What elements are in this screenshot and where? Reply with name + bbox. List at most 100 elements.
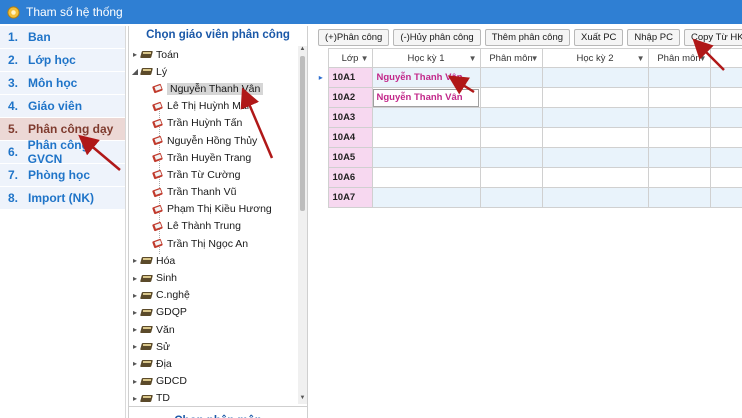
semester2-teacher-cell[interactable] (541, 87, 649, 108)
nav-item-6[interactable]: 6. Phân công GVCN (0, 138, 125, 166)
tree-item-subject[interactable]: ▸ TD (129, 390, 307, 404)
subject2-cell[interactable] (647, 107, 711, 128)
subject2-cell[interactable] (647, 167, 711, 188)
subject1-cell[interactable] (479, 107, 543, 128)
toolbar-button-5[interactable]: Nhập PC (627, 28, 680, 46)
subject1-cell[interactable] (479, 67, 543, 88)
semester2-teacher-cell[interactable] (541, 127, 649, 148)
subject1-cell[interactable] (479, 127, 543, 148)
class-cell[interactable]: 10A6 (327, 167, 373, 188)
filter-icon[interactable]: ▼ (469, 54, 477, 63)
table-row[interactable]: 10A4 (314, 127, 742, 148)
semester1-teacher-cell[interactable] (371, 147, 481, 168)
scroll-thumb[interactable] (300, 56, 305, 211)
tree-item-teacher[interactable]: Nguyễn Thanh Vân (129, 80, 307, 97)
filter-icon[interactable]: ▼ (699, 54, 707, 63)
toolbar-button-6[interactable]: Copy Từ HK1 (683, 28, 742, 46)
tree-item-subject[interactable]: ▸ Hóa (129, 252, 307, 269)
nav-item-2[interactable]: 2. Lớp học (0, 49, 125, 72)
filter-icon[interactable]: ▼ (531, 54, 539, 63)
scroll-up-icon[interactable]: ▲ (298, 46, 307, 55)
class-cell[interactable]: 10A3 (327, 107, 373, 128)
semester2-teacher-cell[interactable] (541, 67, 649, 88)
nav-item-8[interactable]: 8. Import (NK) (0, 187, 125, 210)
teacher-icon (153, 204, 163, 215)
expand-icon[interactable]: ▸ (129, 342, 141, 351)
nav-item-4[interactable]: 4. Giáo viên (0, 95, 125, 118)
subject2-cell[interactable] (647, 67, 711, 88)
class-cell[interactable]: 10A5 (327, 147, 373, 168)
nav-item-7[interactable]: 7. Phòng học (0, 164, 125, 187)
class-cell[interactable]: 10A1 (327, 67, 373, 88)
nav-item-1[interactable]: 1. Ban (0, 26, 125, 49)
book-icon (141, 342, 153, 351)
subject1-cell[interactable] (479, 147, 543, 168)
table-row[interactable]: ▸ 10A1 Nguyễn Thanh Vân (314, 67, 742, 88)
tree-item-subject[interactable]: ▸ C.nghệ (129, 287, 307, 304)
semester2-teacher-cell[interactable] (541, 107, 649, 128)
semester2-teacher-cell[interactable] (541, 167, 649, 188)
tree-item-subject[interactable]: ▸ GDQP (129, 304, 307, 321)
tree-item-teacher[interactable]: Lê Thị Huỳnh Mai (129, 98, 307, 115)
toolbar-button-2[interactable]: (-)Hủy phân công (393, 28, 481, 46)
expand-icon[interactable]: ▸ (129, 359, 141, 368)
table-row[interactable]: 10A5 (314, 147, 742, 168)
table-row[interactable]: 10A7 (314, 187, 742, 208)
tree-item-subject[interactable]: ◢ Lý (129, 63, 307, 80)
tree-item-teacher[interactable]: Trần Thị Ngọc An (129, 235, 307, 252)
expand-icon[interactable]: ▸ (129, 256, 141, 265)
semester1-teacher-cell[interactable] (371, 187, 481, 208)
expand-icon[interactable]: ◢ (129, 67, 141, 76)
subject2-cell[interactable] (647, 127, 711, 148)
column-header-1[interactable]: Lớp ▼ (327, 48, 373, 68)
toolbar-button-3[interactable]: Thêm phân công (484, 28, 571, 46)
subject1-cell[interactable] (479, 87, 543, 108)
semester1-teacher-cell[interactable]: Nguyễn Thanh Vân (371, 87, 481, 108)
subject2-cell[interactable] (647, 87, 711, 108)
tree-item-teacher[interactable]: Phạm Thị Kiều Hương (129, 201, 307, 218)
table-row[interactable]: 10A2 Nguyễn Thanh Vân (314, 87, 742, 108)
semester1-teacher-cell[interactable] (371, 167, 481, 188)
column-header-5[interactable]: Phân môn ▼ (647, 48, 711, 68)
column-header-4[interactable]: Học kỳ 2 ▼ (541, 48, 649, 68)
nav-item-number: 5. (8, 122, 19, 136)
tree-item-subject[interactable]: ▸ Văn (129, 321, 307, 338)
class-cell[interactable]: 10A4 (327, 127, 373, 148)
table-row[interactable]: 10A6 (314, 167, 742, 188)
tree-item-teacher[interactable]: Lê Thành Trung (129, 218, 307, 235)
tree-item-label: Sinh (156, 272, 178, 285)
class-cell[interactable]: 10A2 (327, 87, 373, 108)
semester1-teacher-cell[interactable]: Nguyễn Thanh Vân (371, 67, 481, 88)
tree-item-subject[interactable]: ▸ Sử (129, 338, 307, 355)
semester1-teacher-cell[interactable] (371, 127, 481, 148)
filter-icon[interactable]: ▼ (361, 54, 369, 63)
nav-item-3[interactable]: 3. Môn học (0, 72, 125, 95)
tree-item-subject[interactable]: ▸ Sinh (129, 269, 307, 286)
semester2-teacher-cell[interactable] (541, 187, 649, 208)
tree-item-teacher[interactable]: Trần Thanh Vũ (129, 184, 307, 201)
table-row[interactable]: 10A3 (314, 107, 742, 128)
scroll-down-icon[interactable]: ▼ (298, 395, 307, 404)
tree-item-teacher[interactable]: Trần Huyền Trang (129, 149, 307, 166)
tree-item-teacher[interactable]: Nguyễn Hồng Thủy (129, 132, 307, 149)
subject1-cell[interactable] (479, 167, 543, 188)
semester1-teacher-cell[interactable] (371, 107, 481, 128)
class-cell[interactable]: 10A7 (327, 187, 373, 208)
toolbar-button-4[interactable]: Xuất PC (574, 28, 624, 46)
tree-scrollbar[interactable]: ▲ ▼ (298, 46, 307, 404)
column-header-2[interactable]: Học kỳ 1 ▼ (371, 48, 481, 68)
semester2-teacher-cell[interactable] (541, 147, 649, 168)
toolbar-button-1[interactable]: (+)Phân công (318, 28, 390, 46)
subject2-cell[interactable] (647, 187, 711, 208)
tree-item-teacher[interactable]: Trần Huỳnh Tấn (129, 115, 307, 132)
column-header-3[interactable]: Phân môn ▼ (479, 48, 543, 68)
filter-icon[interactable]: ▼ (637, 54, 645, 63)
tree-item-label: Lê Thành Trung (167, 220, 241, 233)
tree-item-subject[interactable]: ▸ Toán (129, 46, 307, 63)
subject1-cell[interactable] (479, 187, 543, 208)
nav-item-label: Phân công dạy (28, 122, 114, 136)
tree-item-subject[interactable]: ▸ Địa (129, 355, 307, 372)
tree-item-subject[interactable]: ▸ GDCD (129, 373, 307, 390)
subject2-cell[interactable] (647, 147, 711, 168)
tree-item-teacher[interactable]: Trần Từ Cường (129, 166, 307, 183)
